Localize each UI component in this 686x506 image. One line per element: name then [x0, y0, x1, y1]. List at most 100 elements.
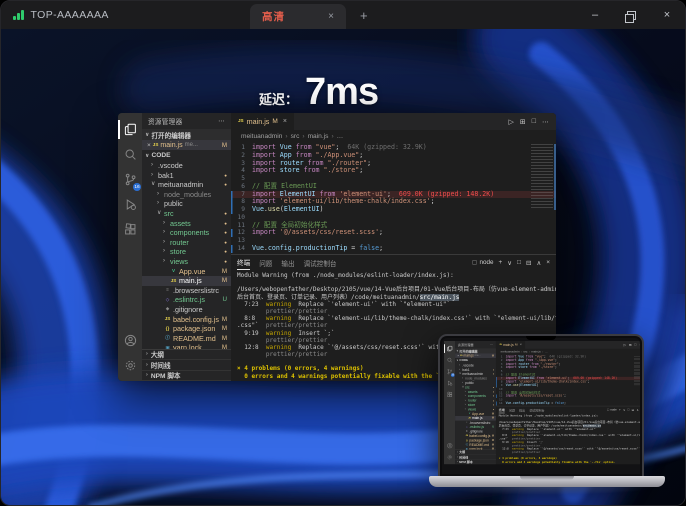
git-status-badge: ●	[224, 171, 227, 181]
run-debug-icon	[444, 377, 455, 389]
extensions-icon[interactable]	[118, 217, 142, 242]
explorer-sidebar: 资源管理器 ⋯ ∨ 打开的编辑器 × JS main.js me... M ∨ …	[455, 341, 496, 464]
tab-close-icon[interactable]: ×	[328, 11, 334, 22]
chevron-down-icon: ∨	[456, 350, 458, 353]
tree-item-bak1[interactable]: ›bak1●	[142, 171, 231, 181]
app-tab[interactable]: TOP-AAAAAAA	[1, 1, 250, 29]
more-actions-icon[interactable]: ⋯	[542, 118, 549, 126]
tree-item-router[interactable]: ›router●	[142, 238, 231, 248]
close-icon[interactable]: ×	[147, 142, 151, 149]
open-editor-path-hint: me...	[185, 142, 198, 148]
git-status-badge: ●	[224, 180, 227, 190]
editor-tab-label: main.js	[247, 117, 270, 126]
editor-tab-label: main.js	[503, 343, 513, 347]
account-icon[interactable]	[118, 328, 142, 353]
tree-item-node_modules[interactable]: ›node_modules	[142, 190, 231, 200]
tree-item-store[interactable]: ›store●	[142, 247, 231, 257]
new-tab-button[interactable]: +	[346, 1, 382, 29]
tree-item-.vscode[interactable]: ›.vscode	[142, 161, 231, 171]
search-icon[interactable]	[118, 142, 142, 167]
js-file-icon: JS	[238, 119, 244, 124]
chevron-down-icon: ∨	[145, 153, 149, 159]
run-debug-icon[interactable]	[118, 192, 142, 217]
minimap[interactable]	[531, 144, 553, 210]
editor-tab-bar: JS main.js M × ▷ ⊞ □ ⋯	[496, 341, 640, 349]
tree-item-.eslintrc.js[interactable]: ◇.eslintrc.jsU	[142, 295, 231, 305]
tree-item-views[interactable]: ›views●	[142, 257, 231, 267]
open-editors-header[interactable]: ∨ 打开的编辑器	[142, 129, 231, 140]
terminal-line: /Users/webopenfather/Desktop/2105/vue/14…	[237, 286, 556, 293]
run-menu-icon: ⊞	[629, 343, 632, 347]
minimize-button[interactable]: –	[577, 1, 613, 29]
panel-actions: ▢ node + ∨ □ ⊟ ∧ ×	[472, 259, 550, 267]
md-file-icon: ⓘ	[164, 336, 171, 341]
line-number: 13	[231, 237, 245, 245]
tree-item-README.md[interactable]: ⓘREADME.mdM	[142, 334, 231, 344]
run-menu-icon[interactable]: ⊞	[520, 118, 526, 126]
line-number: 8	[231, 198, 245, 206]
editor-tab-close-icon[interactable]: ×	[283, 118, 287, 125]
workspace-header[interactable]: ∨ CODE	[142, 150, 231, 161]
breadcrumb[interactable]: meituanadmin›src›main.js›…	[231, 130, 556, 143]
tree-item-meituanadmin[interactable]: ∨meituanadmin●	[142, 180, 231, 190]
maximize-button[interactable]	[613, 1, 649, 29]
tree-item-src[interactable]: ∨src●	[142, 209, 231, 219]
tree-item-package.json[interactable]: {}package.jsonM	[142, 324, 231, 334]
chevron-right-icon: ›	[146, 362, 148, 368]
sidebar-section-时间线[interactable]: ›时间线	[142, 360, 231, 371]
tree-item-assets[interactable]: ›assets●	[142, 219, 231, 229]
breadcrumb-item-main.js[interactable]: main.js	[308, 133, 329, 140]
kill-terminal-icon[interactable]: ⊟	[526, 259, 531, 267]
tree-item-App.vue[interactable]: VApp.vueM	[142, 267, 231, 277]
panel-tab-输出[interactable]: 输出	[281, 256, 294, 270]
breadcrumb-item-meituanadmin[interactable]: meituanadmin	[241, 133, 282, 140]
breadcrumb-item-…[interactable]: …	[337, 133, 344, 140]
sidebar-section-大纲[interactable]: ›大纲	[142, 350, 231, 361]
panel-tab-问题[interactable]: 问题	[259, 256, 272, 270]
terminal-dropdown-icon[interactable]: ∨	[507, 259, 512, 267]
tree-item-.gitignore[interactable]: ◆.gitignore	[142, 305, 231, 315]
code-area[interactable]: 1import Vue from "vue"; 64K (gzipped: 32…	[231, 143, 556, 254]
source-control-icon[interactable]: 16	[118, 167, 142, 192]
shell-selector[interactable]: ▢ node	[472, 259, 494, 266]
panel-tab-bar: 终端问题输出调试控制台 ▢ node + ∨ □ ⊟ ∧ ×	[496, 406, 640, 413]
breadcrumb-item-src[interactable]: src	[291, 133, 300, 140]
tree-item-main.js[interactable]: JSmain.jsM	[142, 276, 231, 286]
maximize-panel-icon[interactable]: ∧	[536, 259, 541, 267]
close-icon: ×	[457, 354, 459, 357]
editor-tab-mainjs[interactable]: JS main.js M ×	[231, 113, 295, 130]
split-terminal-icon[interactable]: □	[517, 259, 521, 266]
close-button[interactable]: ×	[649, 1, 685, 29]
tree-item-label: .browserslistrc	[173, 286, 219, 296]
tree-item-public[interactable]: ›public	[142, 199, 231, 209]
run-file-icon[interactable]: ▷	[509, 118, 514, 126]
sidebar-more-icon: ⋯	[490, 343, 493, 347]
chevron-right-icon: ›	[457, 455, 458, 458]
tree-item-.browserslistrc[interactable]: ≡.browserslistrc	[142, 286, 231, 296]
chevron-right-icon: ›	[457, 451, 458, 454]
panel-tab-终端[interactable]: 终端	[237, 255, 250, 270]
sidebar-more-icon[interactable]: ⋯	[218, 117, 225, 125]
editor-tab-git-badge: M	[272, 118, 277, 125]
tree-item-components[interactable]: ›components●	[142, 228, 231, 238]
sidebar-section-NPM 脚本[interactable]: ›NPM 脚本	[142, 371, 231, 382]
session-tab-hd[interactable]: 高清 ×	[250, 4, 346, 29]
explorer-icon[interactable]	[118, 117, 142, 142]
code-line-9: 9Vue.use(ElementUI)	[231, 206, 556, 214]
open-editor-item-mainjs[interactable]: × JS main.js me... M	[142, 140, 231, 150]
line-number: 14	[496, 402, 502, 406]
terminal-box-icon: ▢	[472, 259, 478, 266]
close-panel-icon[interactable]: ×	[546, 259, 550, 266]
new-terminal-icon[interactable]: +	[498, 259, 502, 266]
source-control-badge: 16	[133, 183, 141, 191]
code-text: import store from "./store";	[252, 167, 363, 175]
section-label: 大纲	[151, 349, 164, 359]
js-file-icon: JS	[164, 317, 171, 322]
signal-bars-icon	[13, 10, 24, 20]
panel-tab-调试控制台[interactable]: 调试控制台	[304, 256, 337, 270]
git-status-badge: ●	[224, 257, 227, 267]
split-editor-icon[interactable]: □	[532, 118, 536, 125]
settings-gear-icon[interactable]	[118, 353, 142, 378]
tree-item-babel.config.js[interactable]: JSbabel.config.jsM	[142, 315, 231, 325]
tree-item-label: main.js	[179, 276, 202, 286]
